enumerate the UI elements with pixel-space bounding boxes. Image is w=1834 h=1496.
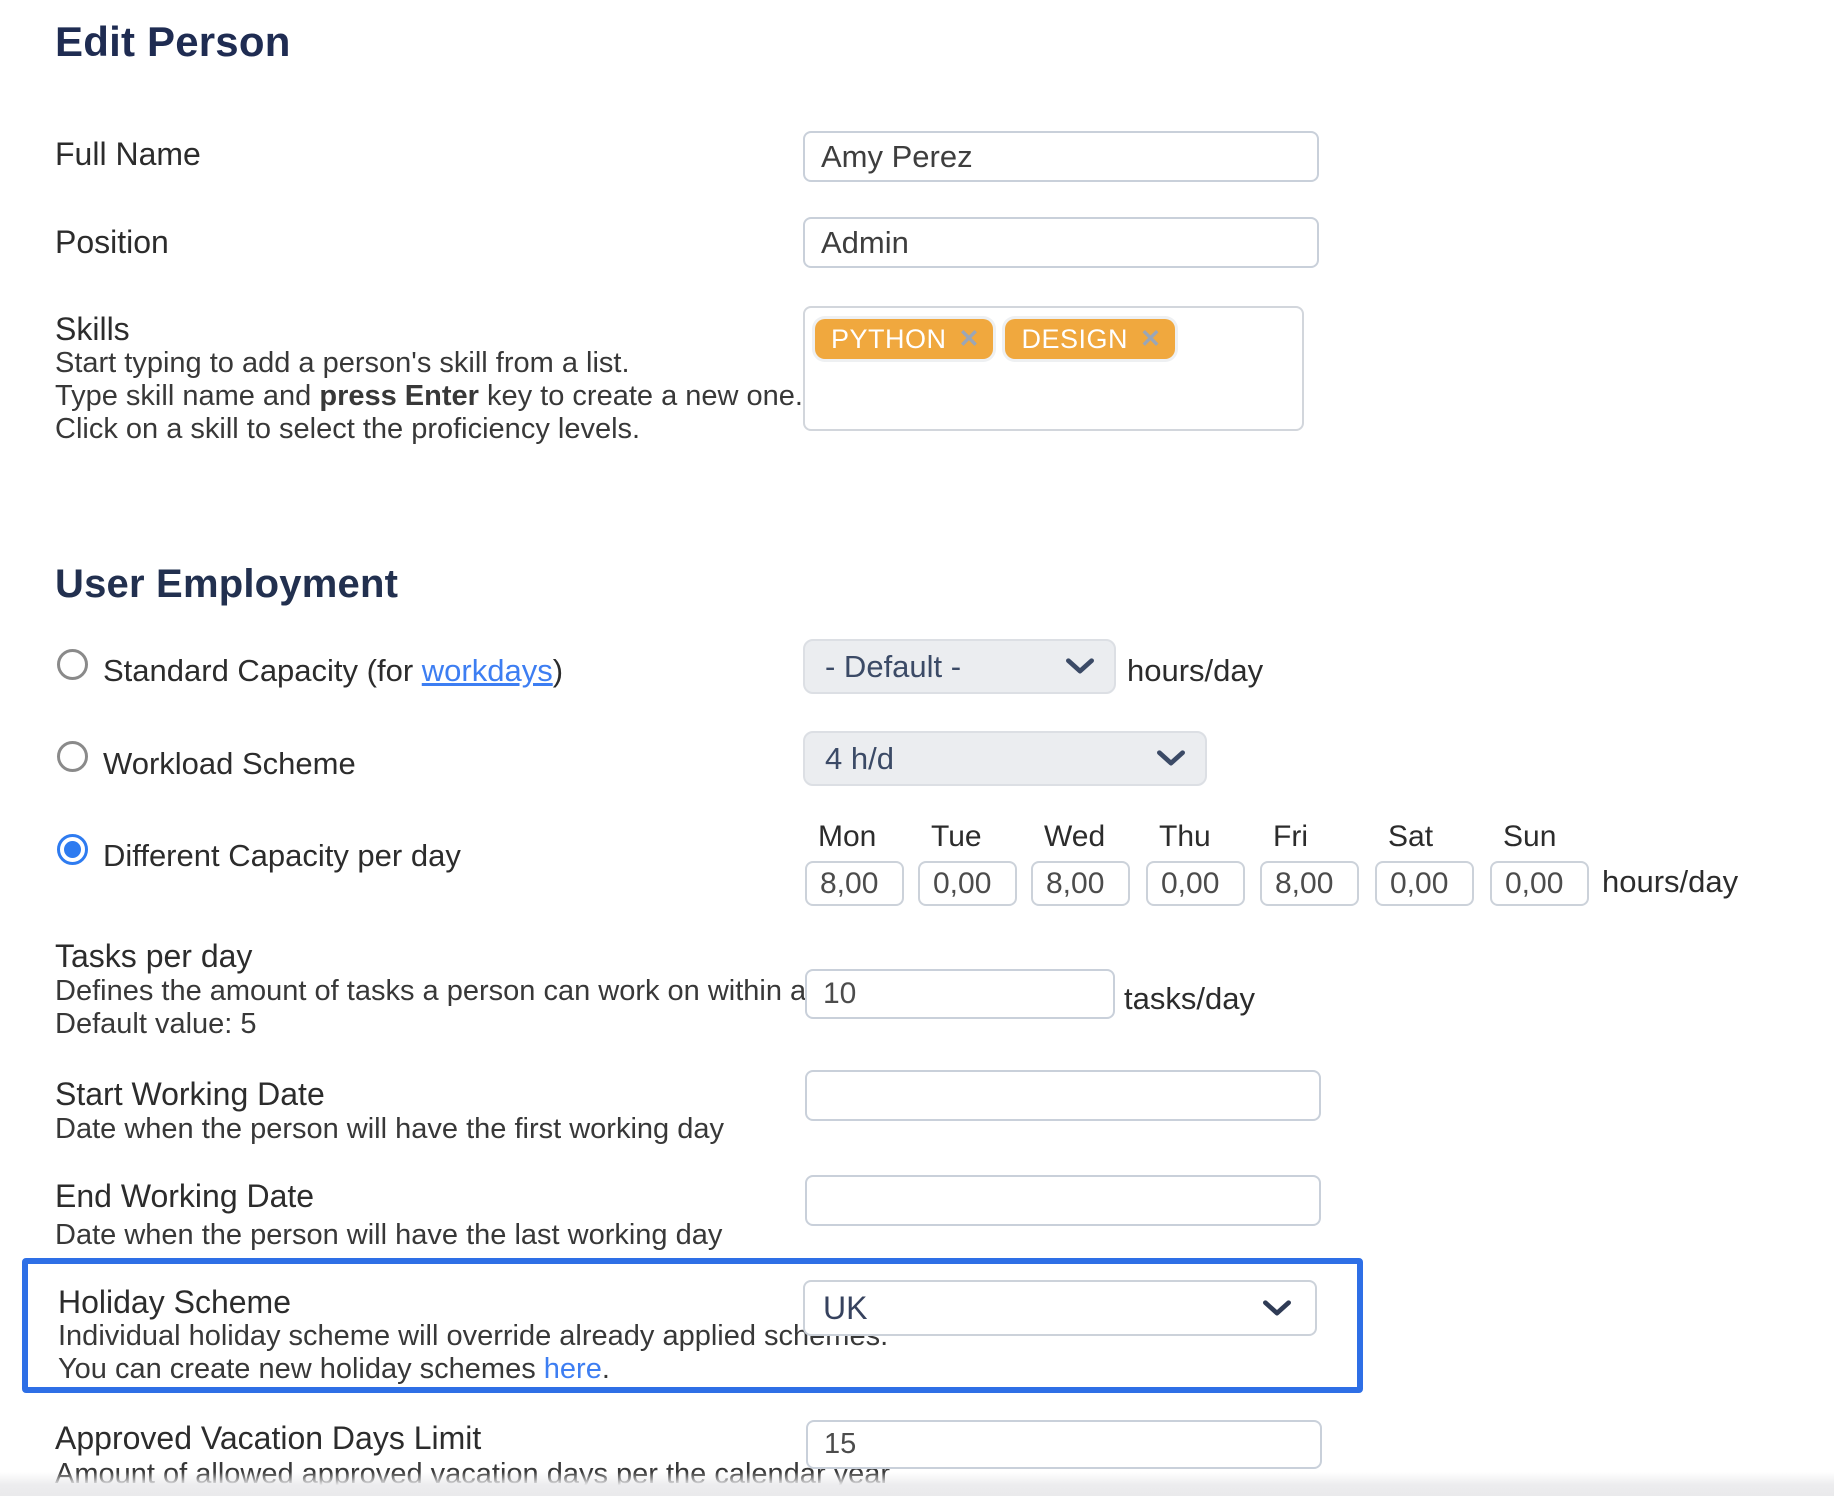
skill-tag[interactable]: PYTHON ✕: [815, 319, 993, 359]
hours-per-day-unit: hours/day: [1127, 653, 1263, 689]
here-link[interactable]: here: [544, 1353, 602, 1385]
chevron-down-icon: [1066, 658, 1094, 675]
day-column-sun: Sun: [1490, 820, 1589, 906]
day-label: Wed: [1044, 820, 1130, 854]
day-capacity-input-sat[interactable]: [1375, 861, 1474, 906]
day-capacity-input-wed[interactable]: [1031, 861, 1130, 906]
vacation-limit-input[interactable]: [806, 1420, 1322, 1469]
holiday-scheme-select[interactable]: UK: [803, 1280, 1317, 1336]
different-capacity-label: Different Capacity per day: [103, 838, 461, 874]
day-label: Fri: [1273, 820, 1359, 854]
tasks-per-day-label: Tasks per day: [55, 938, 252, 975]
start-date-label: Start Working Date: [55, 1076, 325, 1113]
day-label: Mon: [818, 820, 904, 854]
skills-help-line-2: Type skill name and press Enter key to c…: [55, 380, 803, 413]
workdays-link[interactable]: workdays: [422, 653, 553, 688]
position-input[interactable]: [803, 217, 1319, 268]
day-label: Tue: [931, 820, 1017, 854]
holiday-scheme-desc-1: Individual holiday scheme will override …: [58, 1320, 888, 1353]
start-date-desc: Date when the person will have the first…: [55, 1113, 724, 1146]
full-name-label: Full Name: [55, 136, 201, 173]
press-enter-bold: press Enter: [319, 380, 479, 412]
skills-help-line-3: Click on a skill to select the proficien…: [55, 413, 803, 446]
chevron-down-icon: [1263, 1300, 1291, 1317]
tasks-per-day-desc: Defines the amount of tasks a person can…: [55, 975, 867, 1008]
radio-workload-scheme[interactable]: [57, 741, 88, 772]
end-date-label: End Working Date: [55, 1178, 314, 1215]
skill-tag[interactable]: DESIGN ✕: [1005, 319, 1174, 359]
skills-label: Skills: [55, 311, 130, 348]
day-column-tue: Tue: [918, 820, 1017, 906]
end-date-desc: Date when the person will have the last …: [55, 1219, 722, 1252]
skill-tag-label: DESIGN: [1021, 324, 1128, 355]
skills-help-line-1: Start typing to add a person's skill fro…: [55, 347, 803, 380]
vacation-limit-label: Approved Vacation Days Limit: [55, 1420, 481, 1457]
position-label: Position: [55, 224, 169, 261]
holiday-scheme-label: Holiday Scheme: [58, 1284, 291, 1321]
full-name-input[interactable]: [803, 131, 1319, 182]
bottom-fade: [0, 1472, 1834, 1496]
radio-different-capacity[interactable]: [57, 834, 88, 865]
chevron-down-icon: [1157, 750, 1185, 767]
standard-capacity-label: Standard Capacity (for workdays): [103, 653, 563, 689]
remove-skill-icon[interactable]: ✕: [959, 327, 980, 352]
tasks-unit: tasks/day: [1124, 981, 1255, 1017]
holiday-scheme-desc-2: You can create new holiday schemes here.: [58, 1353, 610, 1386]
day-column-wed: Wed: [1031, 820, 1130, 906]
day-capacity-input-fri[interactable]: [1260, 861, 1359, 906]
day-capacity-input-mon[interactable]: [805, 861, 904, 906]
day-column-mon: Mon: [805, 820, 904, 906]
skills-help: Start typing to add a person's skill fro…: [55, 347, 803, 446]
remove-skill-icon[interactable]: ✕: [1140, 327, 1161, 352]
edit-person-form: Edit Person Full Name Position Skills St…: [0, 0, 1834, 1496]
section-heading-user-employment: User Employment: [55, 562, 398, 607]
radio-standard-capacity[interactable]: [57, 649, 88, 680]
tasks-per-day-input[interactable]: [805, 969, 1115, 1019]
end-date-input[interactable]: [805, 1175, 1321, 1226]
standard-capacity-select[interactable]: - Default -: [803, 639, 1116, 694]
start-date-input[interactable]: [805, 1070, 1321, 1121]
workload-scheme-label: Workload Scheme: [103, 746, 356, 782]
day-column-thu: Thu: [1146, 820, 1245, 906]
day-label: Sat: [1388, 820, 1474, 854]
skill-tag-label: PYTHON: [831, 324, 947, 355]
tasks-default-note: Default value: 5: [55, 1008, 257, 1041]
day-capacity-input-thu[interactable]: [1146, 861, 1245, 906]
day-label: Thu: [1159, 820, 1245, 854]
workload-scheme-select[interactable]: 4 h/d: [803, 731, 1207, 786]
day-capacity-input-sun[interactable]: [1490, 861, 1589, 906]
page-title: Edit Person: [55, 18, 291, 66]
day-column-sat: Sat: [1375, 820, 1474, 906]
day-capacity-input-tue[interactable]: [918, 861, 1017, 906]
skills-input-box[interactable]: PYTHON ✕ DESIGN ✕: [803, 306, 1304, 431]
day-column-fri: Fri: [1260, 820, 1359, 906]
day-label: Sun: [1503, 820, 1589, 854]
days-hours-unit: hours/day: [1602, 864, 1738, 900]
